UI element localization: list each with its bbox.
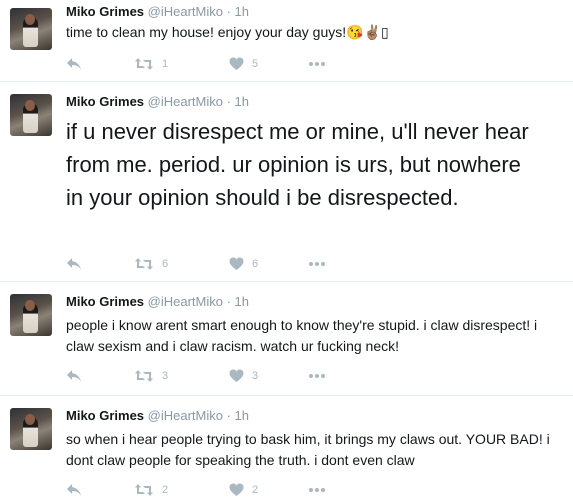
retweet-button[interactable]: 6 (134, 256, 168, 272)
retweet-icon (135, 58, 153, 70)
timestamp[interactable]: · 1h (227, 94, 249, 109)
like-count: 2 (252, 484, 259, 496)
retweet-count: 3 (162, 370, 169, 382)
author-handle[interactable]: @iHeartMiko (148, 408, 223, 423)
retweet-count: 1 (162, 58, 169, 70)
reply-button[interactable] (66, 56, 82, 72)
timestamp[interactable]: · 1h (227, 4, 249, 19)
reply-button[interactable] (66, 368, 82, 384)
tweet-header: Miko Grimes @iHeartMiko · 1h (66, 408, 249, 423)
like-button[interactable]: 5 (229, 56, 258, 72)
more-button[interactable] (308, 368, 326, 384)
timestamp[interactable]: · 1h (227, 294, 249, 309)
retweet-icon (135, 484, 153, 496)
heart-icon (229, 483, 244, 496)
author-name[interactable]: Miko Grimes (66, 294, 144, 309)
reply-button[interactable] (66, 256, 82, 272)
timestamp[interactable]: · 1h (227, 408, 249, 423)
retweet-count: 6 (162, 258, 169, 270)
reply-button[interactable] (66, 482, 82, 498)
tweet[interactable]: Miko Grimes @iHeartMiko · 1h if u never … (0, 86, 573, 282)
more-dots-icon (309, 488, 325, 492)
tweet-text: so when i hear people trying to bask him… (66, 431, 550, 468)
retweet-button[interactable]: 3 (134, 368, 168, 384)
author-name[interactable]: Miko Grimes (66, 4, 144, 19)
retweet-icon (135, 258, 153, 270)
author-handle[interactable]: @iHeartMiko (148, 94, 223, 109)
tweet[interactable]: Miko Grimes @iHeartMiko · 1h people i kn… (0, 286, 573, 396)
retweet-count: 2 (162, 484, 169, 496)
reply-icon (67, 258, 81, 270)
avatar[interactable] (10, 408, 52, 450)
tweet[interactable]: Miko Grimes @iHeartMiko · 1h so when i h… (0, 400, 573, 503)
tweet-header: Miko Grimes @iHeartMiko · 1h (66, 294, 249, 309)
more-dots-icon (309, 374, 325, 378)
more-button[interactable] (308, 56, 326, 72)
tweet-text: time to clean my house! enjoy your day g… (66, 24, 389, 40)
reply-icon (67, 370, 81, 382)
more-button[interactable] (308, 482, 326, 498)
like-count: 3 (252, 370, 259, 382)
like-button[interactable]: 2 (229, 482, 258, 498)
more-dots-icon (309, 62, 325, 66)
author-handle[interactable]: @iHeartMiko (148, 294, 223, 309)
avatar[interactable] (10, 294, 52, 336)
like-button[interactable]: 6 (229, 256, 258, 272)
retweet-icon (135, 370, 153, 382)
more-dots-icon (309, 262, 325, 266)
heart-icon (229, 57, 244, 70)
tweet-header: Miko Grimes @iHeartMiko · 1h (66, 94, 249, 109)
reply-icon (67, 484, 81, 496)
heart-icon (229, 369, 244, 382)
tweet[interactable]: Miko Grimes @iHeartMiko · 1h time to cle… (0, 0, 573, 82)
more-button[interactable] (308, 256, 326, 272)
author-handle[interactable]: @iHeartMiko (148, 4, 223, 19)
like-count: 6 (252, 258, 259, 270)
retweet-button[interactable]: 1 (134, 56, 168, 72)
retweet-button[interactable]: 2 (134, 482, 168, 498)
avatar[interactable] (10, 94, 52, 136)
tweet-header: Miko Grimes @iHeartMiko · 1h (66, 4, 249, 19)
heart-icon (229, 257, 244, 270)
author-name[interactable]: Miko Grimes (66, 408, 144, 423)
author-name[interactable]: Miko Grimes (66, 94, 144, 109)
like-count: 5 (252, 58, 259, 70)
tweet-text: if u never disrespect me or mine, u'll n… (66, 119, 529, 210)
like-button[interactable]: 3 (229, 368, 258, 384)
tweet-text: people i know arent smart enough to know… (66, 317, 538, 354)
avatar[interactable] (10, 8, 52, 50)
reply-icon (67, 58, 81, 70)
